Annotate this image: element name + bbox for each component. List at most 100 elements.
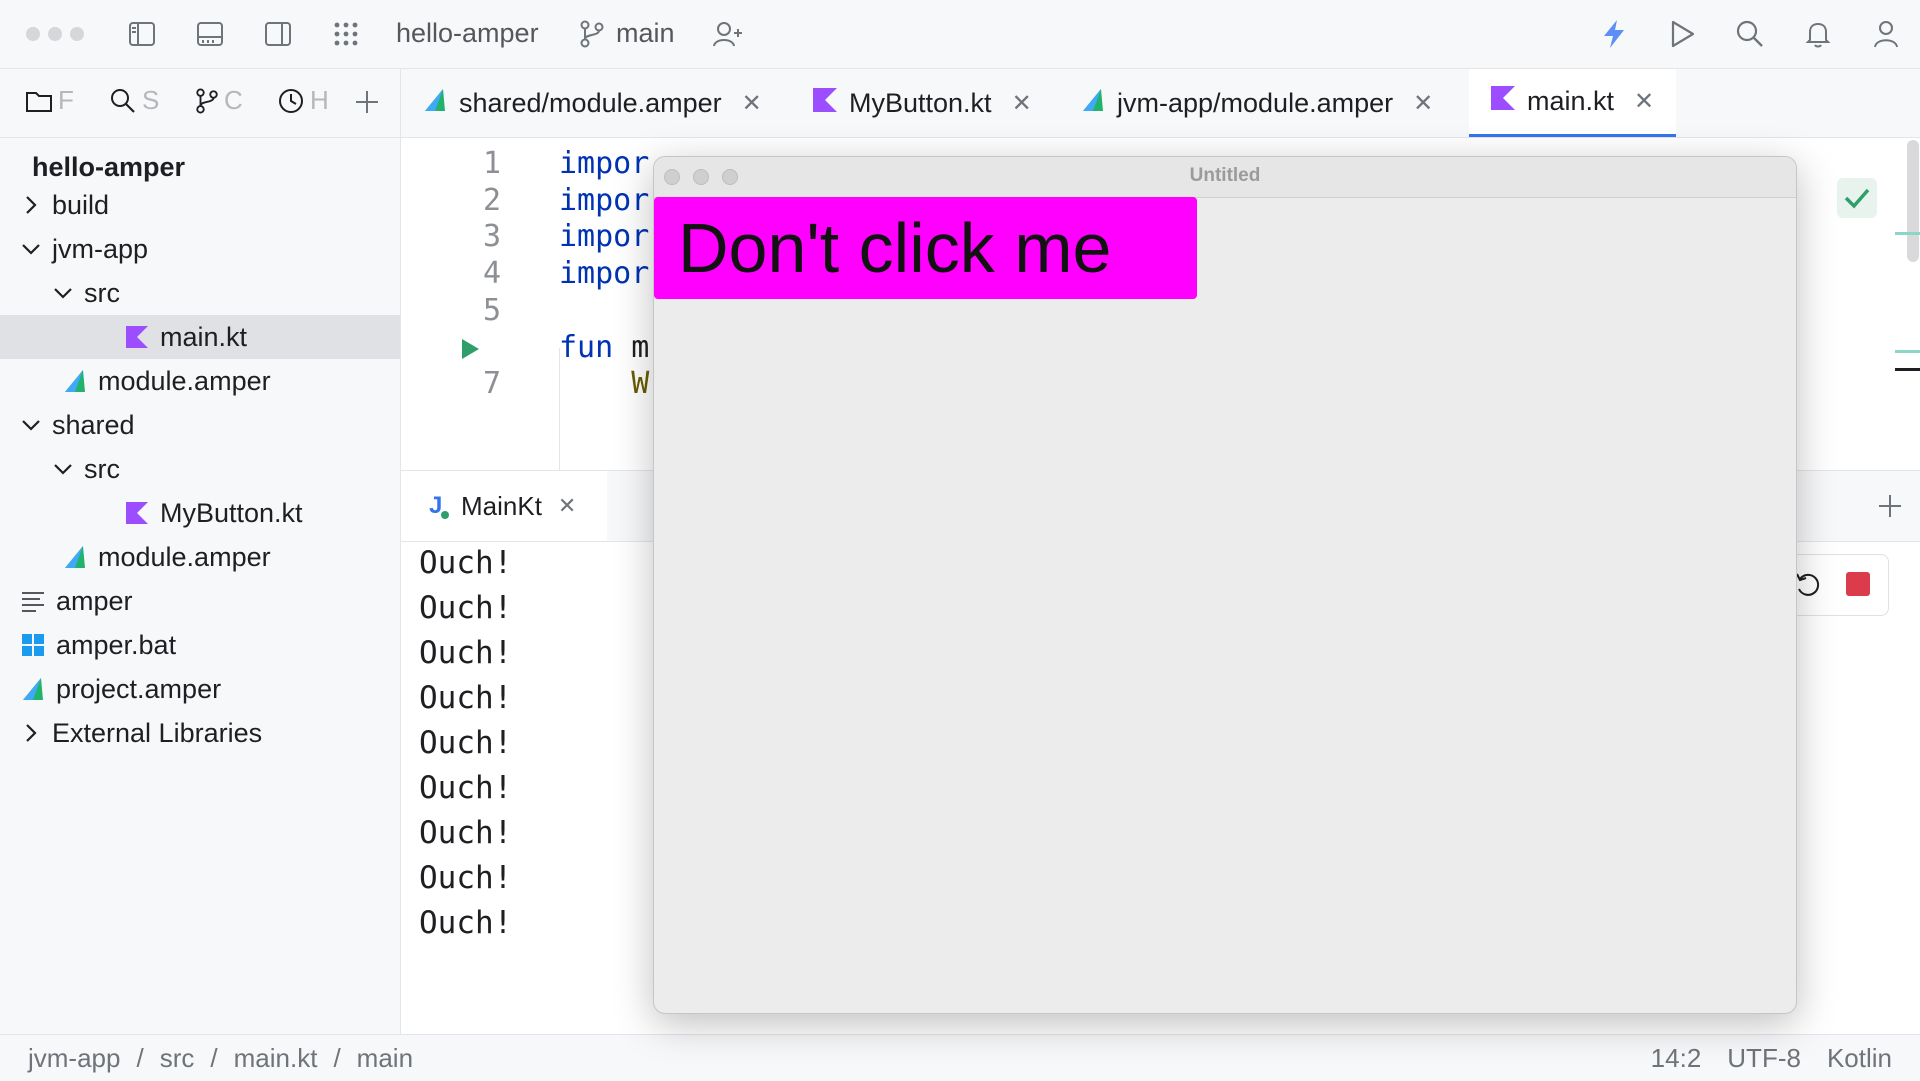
right-sidebar-toggle-icon[interactable]: [258, 14, 298, 54]
tree-node-label: src: [84, 277, 120, 308]
tab-jvm-app-module-amper[interactable]: jvm-app/module.amper ✕: [1059, 69, 1455, 137]
console-line: Ouch!: [419, 590, 513, 626]
tree-node-label: amper: [56, 585, 133, 616]
tab-main-kt[interactable]: main.kt ✕: [1469, 69, 1677, 137]
svg-text:J: J: [429, 492, 442, 519]
tree-node-label: project.amper: [56, 673, 222, 704]
close-icon[interactable]: ✕: [1012, 89, 1032, 118]
branch-name[interactable]: main: [616, 18, 675, 49]
close-icon[interactable]: ✕: [742, 89, 762, 118]
tree-node[interactable]: main.kt: [0, 315, 400, 359]
editor-tabs: shared/module.amper ✕ MyButton.kt ✕ jvm-…: [401, 69, 1920, 138]
caret-position[interactable]: 14:2: [1651, 1043, 1702, 1074]
left-sidebar-toggle-icon[interactable]: [122, 14, 162, 54]
breadcrumb-item[interactable]: jvm-app: [28, 1043, 120, 1074]
scroll-marker: [1895, 368, 1920, 371]
profile-icon[interactable]: [1866, 14, 1906, 54]
editor-scrollbar[interactable]: [1907, 140, 1919, 262]
add-user-icon[interactable]: [708, 14, 748, 54]
tab-shared-module-amper[interactable]: shared/module.amper ✕: [401, 69, 784, 137]
tree-node-label: jvm-app: [52, 233, 149, 264]
run-gutter-icon[interactable]: [459, 337, 481, 366]
project-tree: hello-amper build jvm-app src main.kt module…: [0, 138, 401, 1034]
git-branch-icon: [196, 87, 218, 114]
chevron-down-icon[interactable]: [20, 414, 42, 436]
tree-node-label: main.kt: [160, 321, 248, 352]
add-tool-tab-icon[interactable]: [352, 87, 382, 122]
chevron-down-icon[interactable]: [52, 458, 74, 480]
window-minimize-dot[interactable]: [48, 27, 62, 41]
tree-node[interactable]: MyButton.kt: [0, 491, 400, 535]
run-tab-mainkt[interactable]: J MainKt ✕: [401, 471, 607, 541]
code-line: impor: [559, 219, 650, 255]
kotlin-icon: [124, 500, 150, 526]
tree-node-label: module.amper: [98, 541, 271, 572]
tree-node[interactable]: External Libraries: [0, 711, 400, 755]
project-root[interactable]: hello-amper: [32, 152, 185, 183]
tool-tab-search[interactable]: S: [108, 85, 159, 116]
chevron-right-icon[interactable]: [20, 722, 42, 744]
tree-node[interactable]: src: [0, 271, 400, 315]
windows-icon: [20, 632, 46, 658]
chevron-right-icon[interactable]: [20, 194, 42, 216]
tree-node-label: amper.bat: [56, 629, 177, 660]
window-close-dot[interactable]: [26, 27, 40, 41]
tool-tab-project[interactable]: F: [24, 85, 74, 116]
breadcrumb-item[interactable]: main.kt: [234, 1043, 318, 1074]
console-line: Ouch!: [419, 725, 513, 761]
tree-node[interactable]: amper: [0, 579, 400, 623]
close-icon[interactable]: ✕: [1634, 87, 1654, 116]
app-window-titlebar[interactable]: Untitled: [654, 157, 1796, 198]
tree-node[interactable]: build: [0, 183, 400, 227]
run-icon[interactable]: [1662, 14, 1702, 54]
line-number: 4: [482, 256, 501, 292]
folder-icon: [26, 91, 52, 112]
chevron-down-icon[interactable]: [20, 238, 42, 260]
tool-tab-commit[interactable]: C: [194, 85, 243, 116]
tree-node[interactable]: shared: [0, 403, 400, 447]
tree-node[interactable]: amper.bat: [0, 623, 400, 667]
window-zoom-dot[interactable]: [70, 27, 84, 41]
status-bar: jvm-app / src / main.kt / main 14:2 UTF-…: [0, 1034, 1920, 1081]
apps-grid-icon[interactable]: [326, 14, 366, 54]
tool-tab-history[interactable]: H: [276, 85, 329, 116]
text-file-icon: [20, 588, 46, 614]
lightning-icon[interactable]: [1594, 14, 1634, 54]
tree-node[interactable]: module.amper: [0, 535, 400, 579]
breadcrumb-separator: /: [333, 1043, 341, 1073]
stop-icon[interactable]: [1846, 572, 1870, 596]
close-icon[interactable]: ✕: [558, 493, 576, 519]
inspection-ok-icon[interactable]: [1837, 178, 1877, 218]
tree-node[interactable]: project.amper: [0, 667, 400, 711]
code-line: impor: [559, 182, 650, 218]
add-run-tab-icon[interactable]: [1875, 491, 1905, 526]
tool-tab-label: C: [224, 85, 243, 115]
rerun-icon[interactable]: [1794, 571, 1822, 599]
tree-node[interactable]: module.amper: [0, 359, 400, 403]
dont-click-me-button[interactable]: Don't click me: [654, 197, 1197, 299]
project-name[interactable]: hello-amper: [396, 18, 539, 49]
tool-tab-label: F: [58, 85, 74, 115]
scroll-marker: [1895, 232, 1920, 235]
console-line: Ouch!: [419, 680, 513, 716]
line-number: 2: [482, 182, 501, 218]
bell-icon[interactable]: [1798, 14, 1838, 54]
bottom-panel-toggle-icon[interactable]: [190, 14, 230, 54]
line-number: 5: [482, 292, 501, 328]
app-window-title: Untitled: [1189, 165, 1261, 186]
tree-node[interactable]: src: [0, 447, 400, 491]
file-language[interactable]: Kotlin: [1827, 1043, 1892, 1074]
close-icon[interactable]: ✕: [1413, 89, 1433, 118]
tool-tab-label: H: [310, 85, 329, 115]
file-encoding[interactable]: UTF-8: [1727, 1043, 1801, 1074]
breadcrumb-item[interactable]: src: [160, 1043, 195, 1074]
tree-node[interactable]: jvm-app: [0, 227, 400, 271]
search-icon[interactable]: [1730, 14, 1770, 54]
breadcrumb-item[interactable]: main: [357, 1043, 413, 1074]
chevron-down-icon[interactable]: [52, 282, 74, 304]
indent-guide: [559, 348, 560, 470]
app-window: Untitled Don't click me: [653, 156, 1797, 1014]
tab-mybutton-kt[interactable]: MyButton.kt ✕: [791, 69, 1054, 137]
breadcrumb-separator: /: [136, 1043, 144, 1073]
kotlin-icon: [124, 324, 150, 350]
